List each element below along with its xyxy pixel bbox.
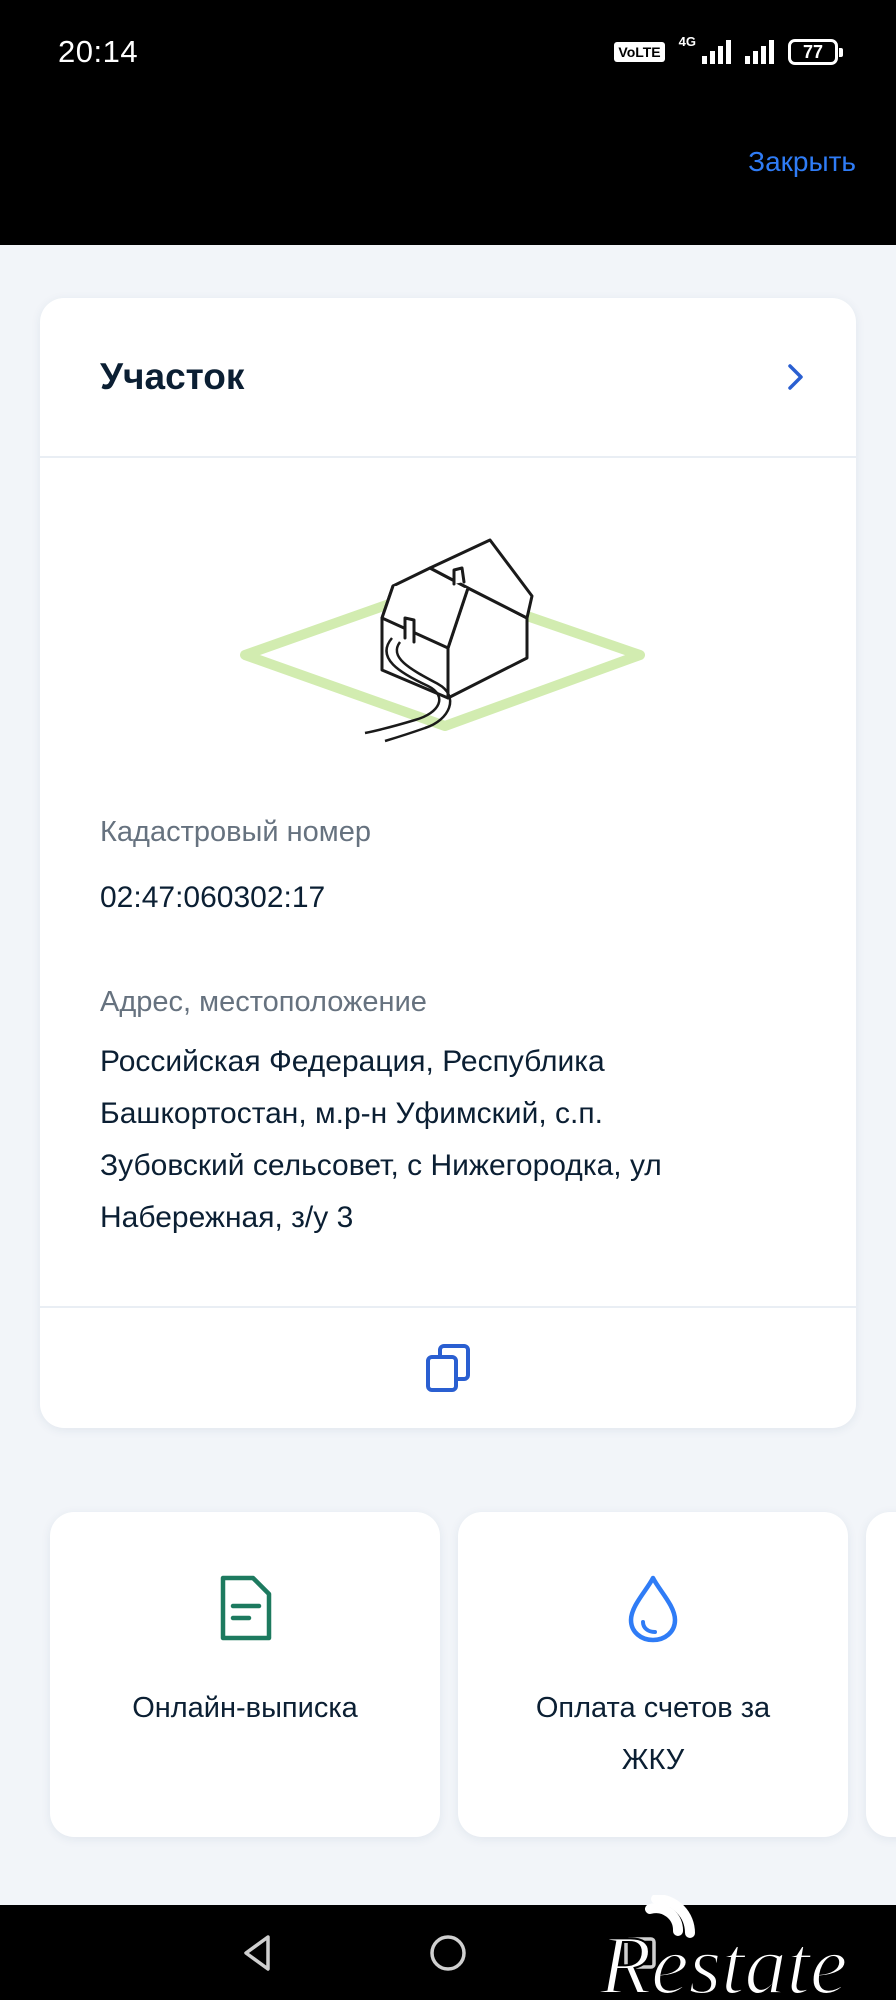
address-line: Башкортостан, м.р-н Уфимский, с.п.: [100, 1097, 603, 1130]
address-line: Набережная, з/у 3: [100, 1201, 354, 1234]
house-on-plot-icon: [240, 538, 645, 743]
chevron-right-icon: [788, 364, 803, 390]
next-service-tile[interactable]: [866, 1512, 896, 1837]
utility-payment-line: Оплата счетов за: [535, 1692, 771, 1724]
restate-watermark-logo: Restate: [598, 1895, 848, 2000]
home-circle-icon[interactable]: [420, 1925, 476, 1981]
address-value: Российская Федерация, Республика Башкорт…: [100, 1036, 800, 1244]
utility-payment-line: ЖКУ: [621, 1744, 685, 1776]
cadastral-value: 02:47:060302:17: [100, 881, 326, 914]
card-footer: [40, 1306, 856, 1428]
close-button[interactable]: Закрыть: [748, 146, 856, 178]
online-extract-label: Онлайн-выписка: [132, 1692, 358, 1724]
utility-payment-label: Оплата счетов за ЖКУ: [478, 1682, 828, 1786]
property-card: Участок Кадастровый номер 02:47:060302:1…: [40, 298, 856, 1428]
copy-icon[interactable]: [424, 1343, 472, 1393]
address-label: Адрес, местоположение: [100, 986, 427, 1018]
card-title: Участок: [100, 356, 245, 397]
status-time: 20:14: [58, 34, 139, 69]
back-triangle-icon[interactable]: [230, 1925, 286, 1981]
battery-icon: 77: [788, 39, 843, 65]
card-header[interactable]: Участок: [40, 298, 856, 458]
volte-badge: VoLTE: [614, 42, 665, 62]
network-type: 4G: [678, 34, 696, 49]
cadastral-label: Кадастровый номер: [100, 816, 371, 848]
top-bar: 20:14 VoLTE 4G 77 Закрыть: [0, 0, 896, 245]
address-line: Зубовский сельсовет, с Нижегородка, ул: [100, 1149, 662, 1182]
watermark-text: Restate: [599, 1919, 847, 2000]
address-line: Российская Федерация, Республика: [100, 1045, 605, 1078]
utility-payment-tile[interactable]: Оплата счетов за ЖКУ: [458, 1512, 848, 1837]
signal-icon-2: [745, 40, 774, 64]
water-drop-icon: [628, 1575, 678, 1643]
document-icon: [220, 1575, 272, 1641]
online-extract-tile[interactable]: Онлайн-выписка: [50, 1512, 440, 1837]
status-icons: VoLTE 4G 77: [614, 34, 843, 70]
signal-icon: [702, 40, 731, 64]
